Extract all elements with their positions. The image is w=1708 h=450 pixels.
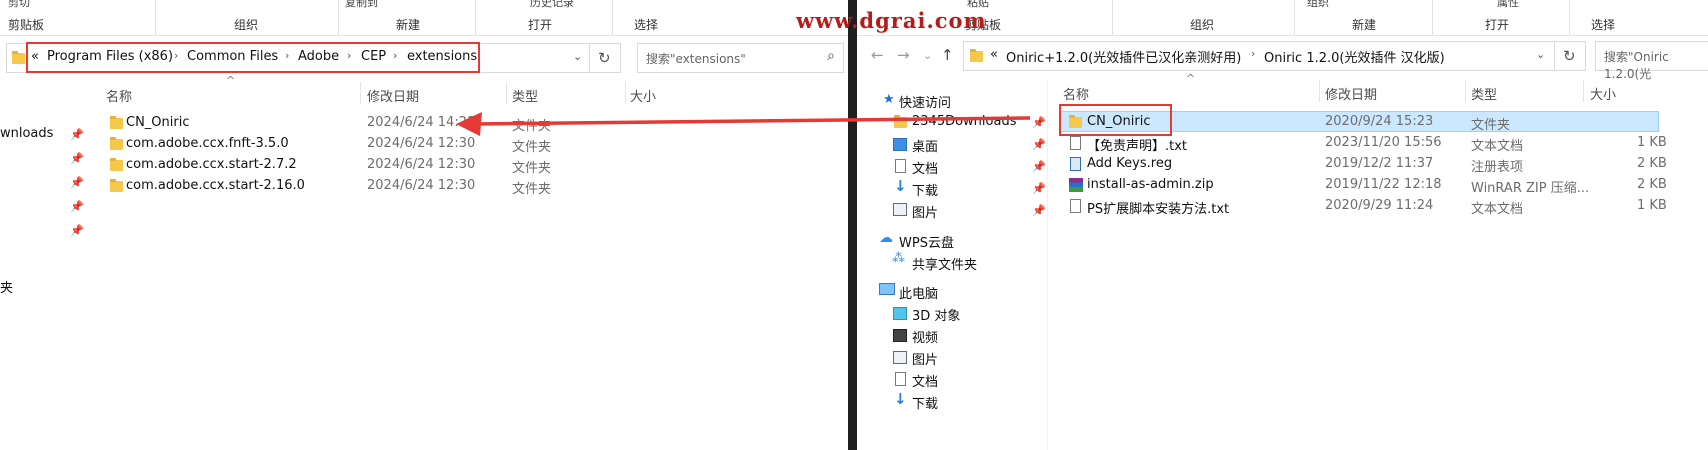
annotation-arrow (456, 112, 1031, 136)
watermark: www.dgrai.com (796, 8, 987, 33)
